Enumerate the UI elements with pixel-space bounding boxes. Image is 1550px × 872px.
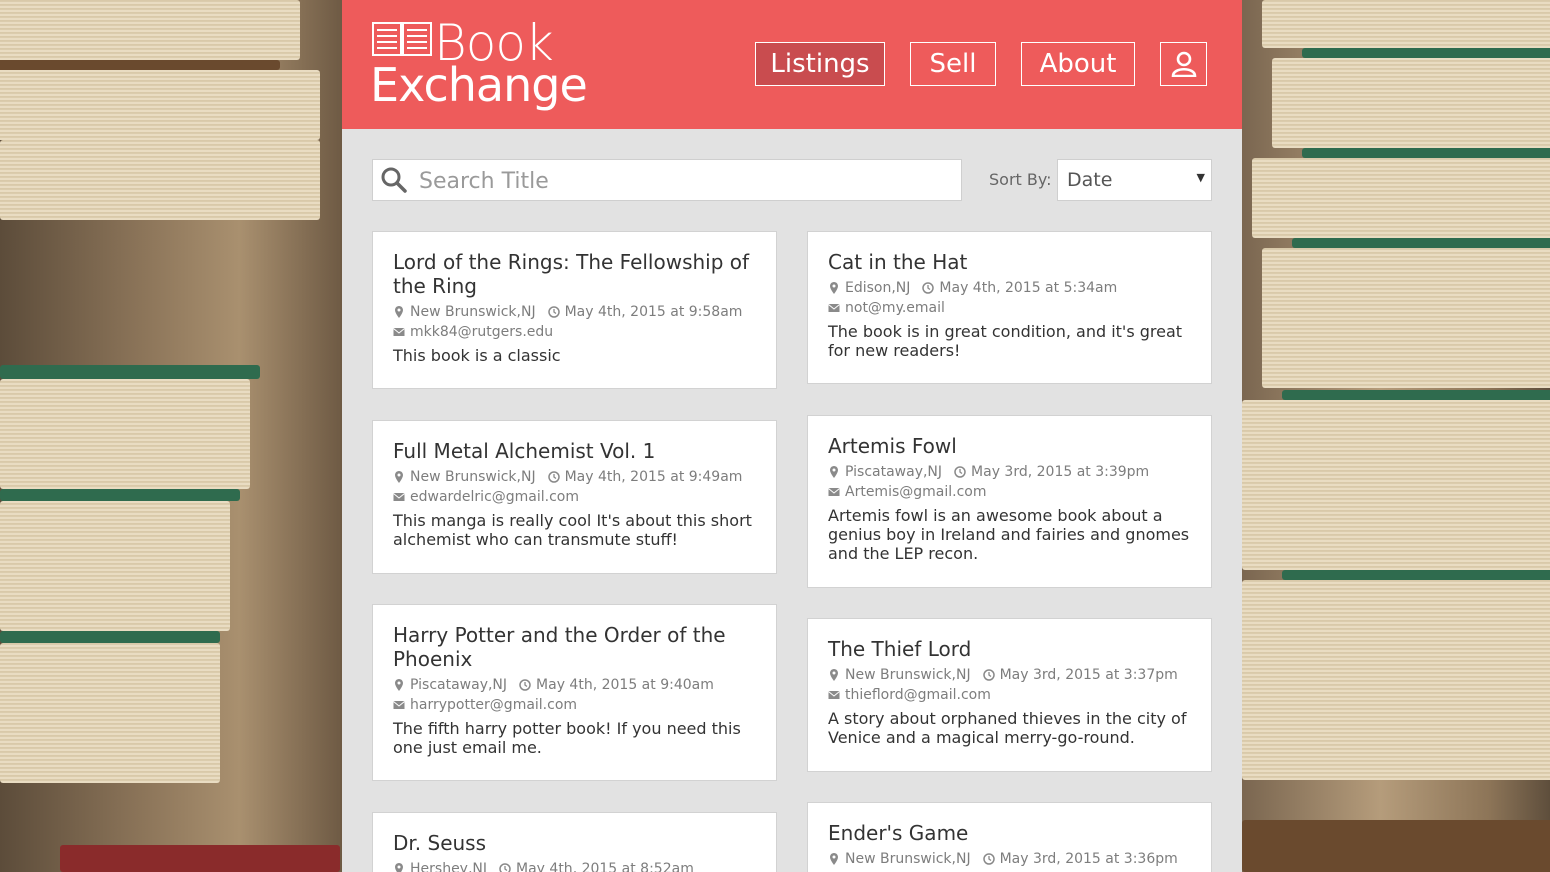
email-icon — [828, 691, 840, 699]
location-pin-icon — [830, 466, 838, 478]
listing-description: This manga is really cool It's about thi… — [393, 511, 752, 549]
listing-contact: not@my.email — [828, 298, 1191, 318]
email-icon — [393, 493, 405, 501]
listing-meta: Hershey,NJ May 4th, 2015 at 8:52am — [393, 859, 756, 872]
listing-date: May 3rd, 2015 at 3:37pm — [999, 667, 1178, 683]
listing-meta: New Brunswick,NJ May 4th, 2015 at 9:49am — [393, 467, 756, 487]
location-pin-icon — [395, 863, 403, 872]
listing-email[interactable]: harrypotter@gmail.com — [410, 695, 577, 715]
caret-down-icon: ▼ — [1196, 171, 1205, 184]
header-bar: Book Exchange Listings Sell About — [342, 0, 1242, 129]
logo[interactable]: Book Exchange — [370, 14, 588, 114]
sort-selected-value: Date — [1067, 169, 1113, 191]
listing-card[interactable]: Ender's Game New Brunswick,NJ May 3rd, 2… — [807, 802, 1212, 872]
user-icon — [1171, 51, 1196, 77]
listing-description: This book is a classic — [393, 346, 561, 365]
listing-meta: New Brunswick,NJ May 4th, 2015 at 9:58am — [393, 302, 756, 322]
email-icon — [828, 304, 840, 312]
listing-date: May 4th, 2015 at 5:34am — [939, 280, 1118, 296]
listing-title: Artemis Fowl — [828, 434, 957, 458]
listing-location: Piscataway,NJ — [845, 464, 943, 480]
listing-date: May 4th, 2015 at 9:49am — [564, 469, 743, 485]
listing-meta: Piscataway,NJ May 4th, 2015 at 9:40am — [393, 675, 756, 695]
location-pin-icon — [830, 669, 838, 681]
email-icon — [393, 328, 405, 336]
listing-contact: Artemis@gmail.com — [828, 482, 1191, 502]
listing-meta: New Brunswick,NJ May 3rd, 2015 at 3:36pm — [828, 849, 1191, 869]
listing-email[interactable]: not@my.email — [845, 298, 945, 318]
clock-icon — [982, 853, 995, 865]
listing-description: The book is in great condition, and it's… — [828, 322, 1183, 360]
clock-icon — [519, 679, 531, 691]
listing-title: Ender's Game — [828, 821, 969, 845]
listing-contact: mkk84@rutgers.edu — [393, 322, 756, 342]
clock-icon — [547, 471, 560, 483]
listing-description: Artemis fowl is an awesome book about a … — [828, 506, 1190, 563]
location-pin-icon — [830, 282, 838, 294]
listing-location: New Brunswick,NJ — [845, 667, 971, 683]
background-right — [1242, 0, 1550, 872]
listing-date: May 3rd, 2015 at 3:36pm — [999, 851, 1178, 867]
clock-icon — [547, 306, 560, 318]
listing-contact: thieflord@gmail.com — [828, 685, 1191, 705]
user-account-button[interactable] — [1160, 42, 1207, 86]
background-left — [0, 0, 342, 872]
sort-select[interactable]: Date ▼ — [1057, 159, 1212, 201]
listing-location: Hershey,NJ — [410, 861, 488, 872]
listing-email[interactable]: thieflord@gmail.com — [845, 685, 991, 705]
listing-title: Full Metal Alchemist Vol. 1 — [393, 439, 656, 463]
main-panel: Book Exchange Listings Sell About Sort B… — [342, 0, 1242, 872]
clock-icon — [922, 282, 935, 294]
listing-email[interactable]: mkk84@rutgers.edu — [410, 322, 553, 342]
listing-card[interactable]: Artemis Fowl Piscataway,NJ May 3rd, 2015… — [807, 415, 1212, 588]
location-pin-icon — [395, 679, 403, 691]
listing-location: New Brunswick,NJ — [410, 304, 536, 320]
listing-meta: New Brunswick,NJ May 3rd, 2015 at 3:37pm — [828, 665, 1191, 685]
listing-title: The Thief Lord — [828, 637, 972, 661]
listing-title: Cat in the Hat — [828, 250, 968, 274]
listing-description: A story about orphaned thieves in the ci… — [828, 709, 1187, 747]
search-icon[interactable] — [381, 167, 407, 193]
listing-card[interactable]: Dr. Seuss Hershey,NJ May 4th, 2015 at 8:… — [372, 812, 777, 872]
listing-description: The fifth harry potter book! If you need… — [393, 719, 741, 757]
clock-icon — [982, 669, 995, 681]
listing-location: New Brunswick,NJ — [845, 851, 971, 867]
email-icon — [393, 701, 405, 709]
listing-meta: Piscataway,NJ May 3rd, 2015 at 3:39pm — [828, 462, 1191, 482]
location-pin-icon — [830, 853, 838, 865]
listing-date: May 4th, 2015 at 9:40am — [536, 677, 714, 693]
listing-card[interactable]: Lord of the Rings: The Fellowship of the… — [372, 231, 777, 389]
nav-about-button[interactable]: About — [1021, 42, 1135, 86]
email-icon — [828, 488, 840, 496]
listing-contact: harrypotter@gmail.com — [393, 695, 756, 715]
listing-title: Dr. Seuss — [393, 831, 487, 855]
nav-listings-button[interactable]: Listings — [755, 42, 885, 86]
listing-title: Lord of the Rings: The Fellowship of the… — [393, 250, 750, 298]
search-input[interactable] — [417, 164, 951, 198]
clock-icon — [954, 466, 966, 478]
listing-card[interactable]: The Thief Lord New Brunswick,NJ May 3rd,… — [807, 618, 1212, 772]
listing-location: Edison,NJ — [845, 280, 911, 296]
search-box — [372, 159, 962, 201]
book-logo-icon — [372, 22, 432, 56]
nav-sell-button[interactable]: Sell — [910, 42, 996, 86]
listing-card[interactable]: Full Metal Alchemist Vol. 1 New Brunswic… — [372, 420, 777, 574]
listing-card[interactable]: Cat in the Hat Edison,NJ May 4th, 2015 a… — [807, 231, 1212, 384]
location-pin-icon — [395, 306, 403, 318]
listing-email[interactable]: edwardelric@gmail.com — [410, 487, 579, 507]
listing-contact: edwardelric@gmail.com — [393, 487, 756, 507]
listing-date: May 3rd, 2015 at 3:39pm — [971, 464, 1150, 480]
clock-icon — [499, 863, 511, 872]
listing-title: Harry Potter and the Order of the Phoeni… — [393, 623, 726, 671]
listing-date: May 4th, 2015 at 9:58am — [564, 304, 743, 320]
listing-card[interactable]: Harry Potter and the Order of the Phoeni… — [372, 604, 777, 781]
listing-location: New Brunswick,NJ — [410, 469, 536, 485]
listing-email[interactable]: Artemis@gmail.com — [845, 482, 987, 502]
listing-meta: Edison,NJ May 4th, 2015 at 5:34am — [828, 278, 1191, 298]
listing-location: Piscataway,NJ — [410, 677, 508, 693]
logo-word-exchange: Exchange — [370, 58, 588, 112]
sort-label: Sort By: — [989, 170, 1052, 189]
location-pin-icon — [395, 471, 403, 483]
listing-date: May 4th, 2015 at 8:52am — [516, 861, 694, 872]
